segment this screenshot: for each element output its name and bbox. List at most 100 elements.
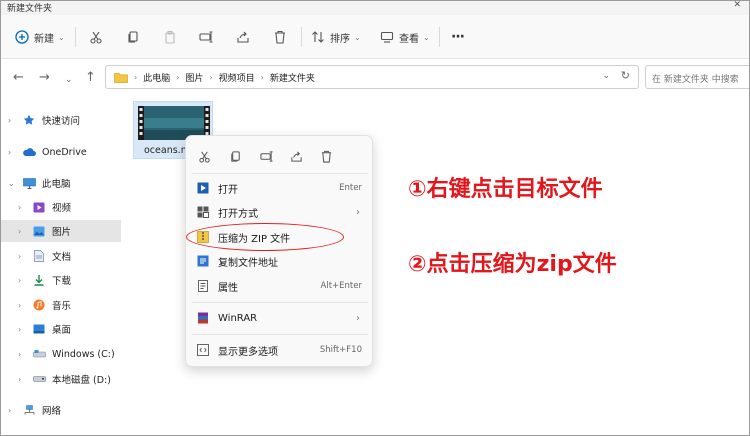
file-explorer-window: 新建文件夹 ✕ 新建 ⌄ 排序 ⌄ 查看 ⌄ ··· ← → ⌄ ↑ › 此电脑… [0,0,750,436]
sidebar-item-videos[interactable]: › 视频 [1,196,121,218]
menu-share-button[interactable] [286,146,306,166]
view-icon [380,31,394,43]
menu-item-shortcut: Enter [339,183,362,193]
trash-icon [321,150,331,163]
breadcrumb-separator: › [260,72,264,82]
recent-locations-icon[interactable]: ⌄ [65,73,73,87]
rename-icon [199,31,213,43]
zip-highlight-ellipse [186,223,344,251]
sidebar-item-onedrive[interactable]: › OneDrive [1,141,121,163]
more-options-button[interactable]: ··· [451,25,465,49]
menu-item-shortcut: Shift+F10 [319,345,362,355]
sidebar-item-documents[interactable]: › 文档 [1,245,121,267]
sidebar-item-pictures[interactable]: › 图片 [1,220,121,242]
new-button[interactable]: 新建 ⌄ [15,25,65,49]
cut-button[interactable] [89,25,103,49]
paste-button[interactable] [163,25,177,49]
sort-button[interactable]: 排序 ⌄ [311,25,361,49]
sort-icon [312,31,324,43]
sidebar-item-drive-d[interactable]: › 本地磁盘 (D:) [1,368,121,390]
expand-chevron-icon[interactable]: › [18,252,28,261]
expand-chevron-icon[interactable]: › [18,203,28,212]
search-input[interactable]: 在 新建文件夹 中搜索 [645,65,749,89]
breadcrumb-item-pictures[interactable]: 图片 [185,71,203,84]
menu-item-label: 打开 [218,184,238,196]
winrar-icon [196,311,210,325]
expand-chevron-icon[interactable]: › [18,301,28,310]
menu-delete-button[interactable] [316,146,336,166]
close-icon[interactable]: ✕ [733,1,741,10]
desktop-icon [32,323,46,335]
refresh-icon[interactable]: ↻ [621,69,630,82]
copy-icon [230,150,240,162]
sidebar-item-label: 此电脑 [42,179,71,190]
menu-item-open-with[interactable]: 打开方式 › [192,201,368,223]
rename-icon [259,150,273,162]
menu-item-winrar[interactable]: WinRAR › [192,307,368,329]
chevron-down-icon: ⌄ [354,32,361,42]
sidebar-item-quick-access[interactable]: › 快速访问 [1,109,121,131]
sidebar-item-desktop[interactable]: › 桌面 [1,318,121,340]
menu-rename-button[interactable] [256,146,276,166]
expand-chevron-icon[interactable]: › [8,406,18,415]
sidebar-item-label: 本地磁盘 (D:) [52,375,111,386]
more-options-icon [196,343,210,357]
folder-icon [114,72,128,83]
sidebar-item-label: Windows (C:) [52,348,115,360]
share-icon [290,150,302,162]
sidebar-item-label: 视频 [52,203,72,214]
menu-item-properties[interactable]: 属性 Alt+Enter [192,275,368,297]
pc-icon [22,177,36,189]
step1-annotation: ①右键点击目标文件 [408,177,603,202]
menu-copy-button[interactable] [225,146,245,166]
music-icon [32,299,46,311]
copy-button[interactable] [126,25,140,49]
breadcrumb-item-video-project[interactable]: 视频项目 [219,71,255,84]
submenu-chevron-icon: › [356,312,360,324]
expand-chevron-icon[interactable]: › [18,227,28,236]
sidebar-item-downloads[interactable]: › 下载 [1,269,121,291]
trash-icon [275,30,285,44]
breadcrumb-item-pc[interactable]: 此电脑 [143,71,170,84]
sidebar-item-this-pc[interactable]: ⌄ 此电脑 [1,172,121,194]
new-button-label: 新建 [34,33,54,45]
address-bar[interactable]: › 此电脑 › 图片 › 视频项目 › 新建文件夹 ⌄ ↻ [105,65,639,89]
breadcrumb-item-new-folder[interactable]: 新建文件夹 [270,71,315,84]
menu-item-label: 属性 [218,282,238,294]
sidebar-item-network[interactable]: › 网络 [1,399,121,421]
sidebar-item-label: 桌面 [52,325,72,336]
up-arrow-icon[interactable]: ↑ [85,71,96,85]
drive-icon [32,373,46,385]
expand-chevron-icon[interactable]: › [8,116,18,125]
scissors-icon [90,31,102,44]
menu-item-label: WinRAR [218,312,258,324]
chevron-down-icon: ⌄ [423,32,430,42]
sidebar-item-label: 下载 [52,276,72,287]
sidebar-item-drive-c[interactable]: › Windows (C:) [1,343,121,365]
expand-chevron-icon[interactable]: › [18,350,28,359]
menu-divider [192,302,368,303]
rename-button[interactable] [199,25,213,49]
command-bar: 新建 ⌄ 排序 ⌄ 查看 ⌄ ··· [1,15,749,59]
delete-button[interactable] [273,25,287,49]
menu-divider [192,334,368,335]
back-arrow-icon[interactable]: ← [13,71,24,85]
address-dropdown-icon[interactable]: ⌄ [602,71,610,81]
sidebar-item-music[interactable]: › 音乐 [1,294,121,316]
toolbar-divider [439,27,440,47]
forward-arrow-icon[interactable]: → [39,71,50,85]
menu-cut-button[interactable] [194,146,214,166]
collapse-chevron-icon[interactable]: ⌄ [8,179,18,188]
expand-chevron-icon[interactable]: › [8,148,18,157]
expand-chevron-icon[interactable]: › [18,276,28,285]
title-bar: 新建文件夹 ✕ [1,1,749,15]
menu-item-show-more-options[interactable]: 显示更多选项 Shift+F10 [192,339,368,361]
menu-item-label: 复制文件地址 [218,257,278,269]
menu-item-open[interactable]: 打开 Enter [192,177,368,199]
view-button[interactable]: 查看 ⌄ [380,25,430,49]
share-button[interactable] [236,25,250,49]
expand-chevron-icon[interactable]: › [18,375,28,384]
expand-chevron-icon[interactable]: › [18,325,28,334]
menu-item-copy-path[interactable]: 复制文件地址 [192,250,368,272]
paste-icon [165,31,175,44]
